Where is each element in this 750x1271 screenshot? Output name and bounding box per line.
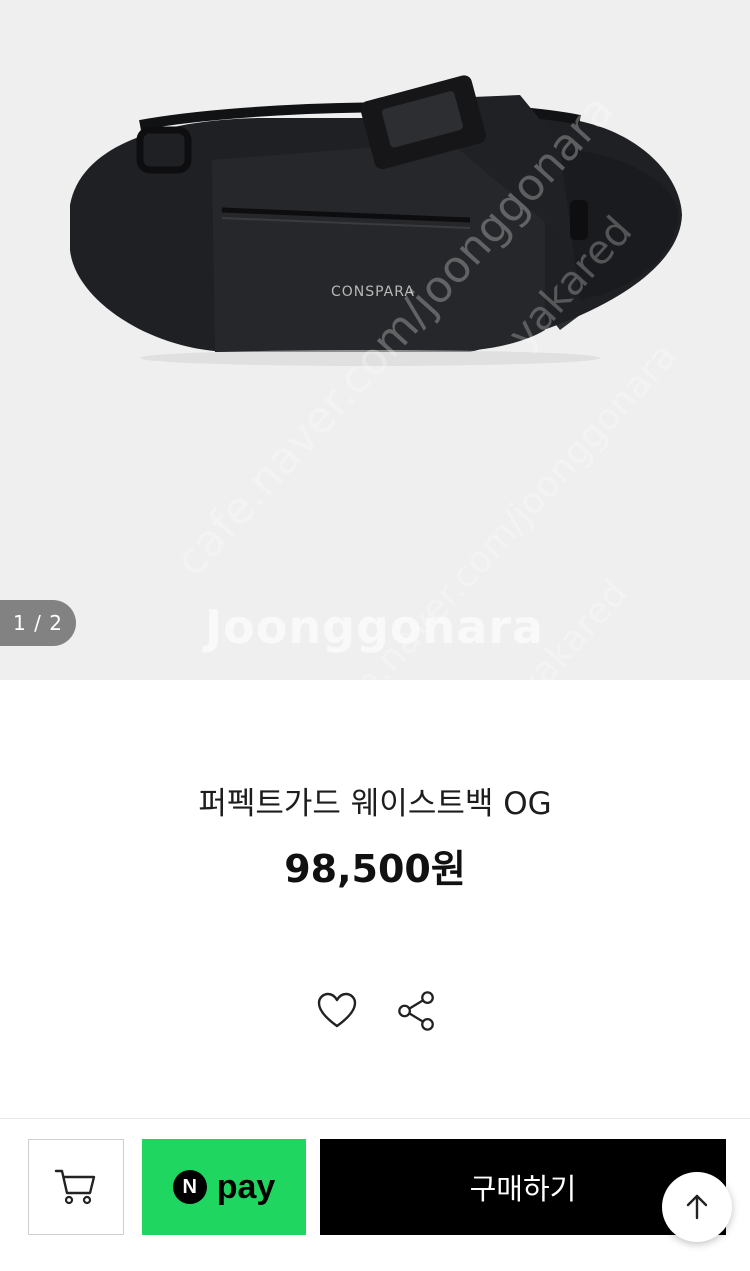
product-actions xyxy=(316,990,438,1032)
cart-button[interactable] xyxy=(28,1139,124,1235)
npay-label: pay xyxy=(216,1167,276,1206)
share-icon xyxy=(398,991,434,1031)
heart-icon xyxy=(317,992,357,1028)
purchase-bar: N pay 구매하기 xyxy=(0,1118,750,1271)
product-photo-waist-bag: CONSPARA xyxy=(70,75,682,366)
like-button[interactable] xyxy=(316,990,358,1032)
npay-badge: N xyxy=(172,1170,207,1204)
arrow-up-icon xyxy=(686,1194,708,1220)
scroll-to-top-button[interactable] xyxy=(662,1172,732,1242)
image-counter: 1 / 2 xyxy=(0,600,76,646)
product-image-gallery[interactable]: CONSPARA cafe.naver.com/joonggonara yaka… xyxy=(0,0,750,680)
product-price: 98,500원 xyxy=(284,847,466,891)
product-title: 퍼펙트가드 웨이스트백 OG xyxy=(198,786,552,822)
cart-icon xyxy=(54,1169,96,1205)
svg-text:CONSPARA: CONSPARA xyxy=(331,284,415,300)
npay-button[interactable]: N pay xyxy=(142,1139,306,1235)
share-button[interactable] xyxy=(396,990,438,1032)
